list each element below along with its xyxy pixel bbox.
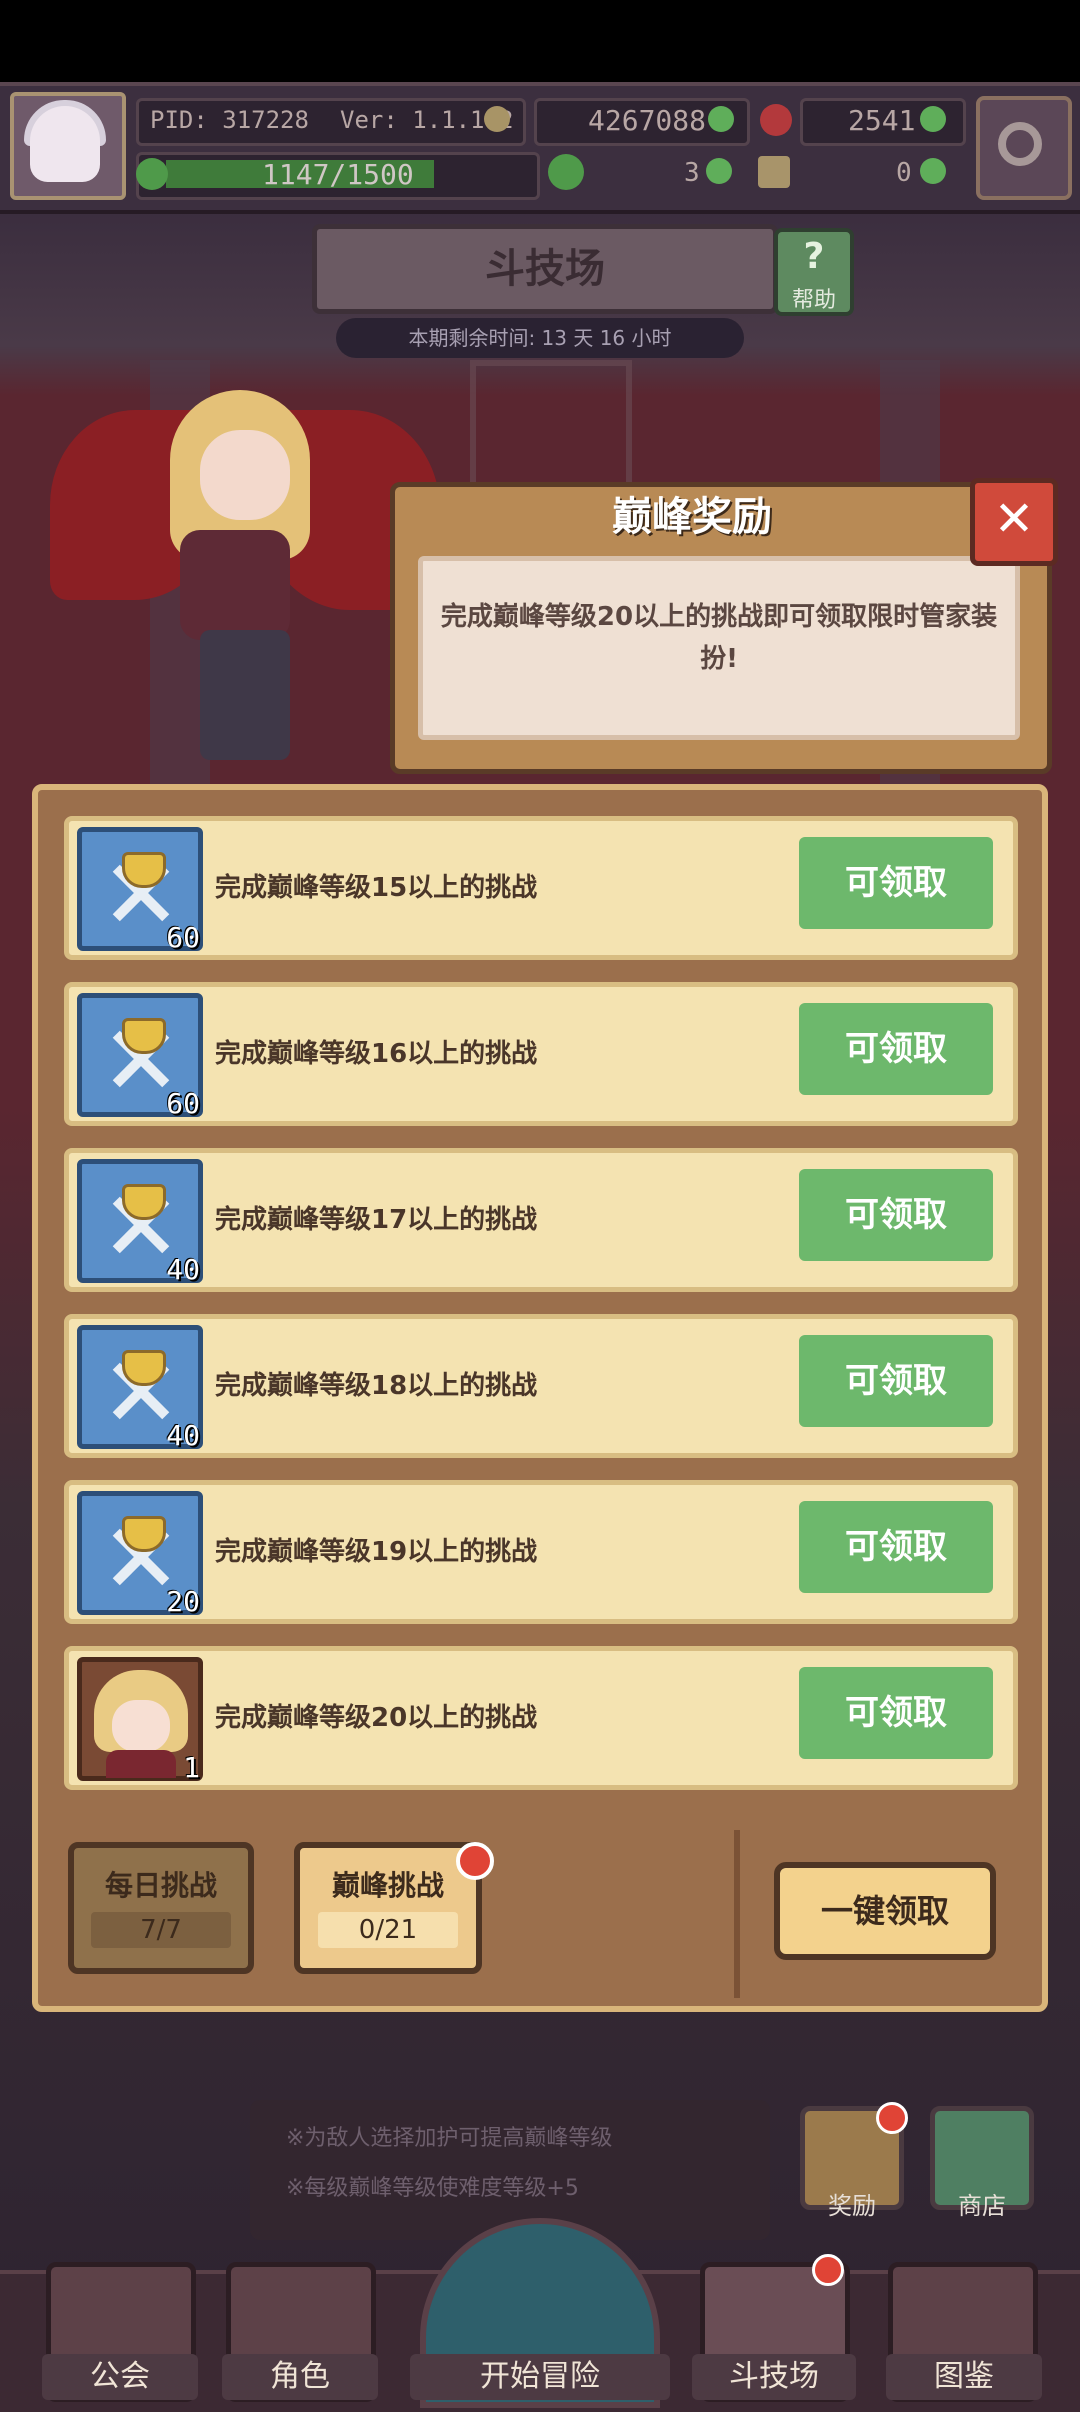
nav-start-adventure-label[interactable]: 开始冒险 (410, 2354, 670, 2400)
peak-reward-title: 巅峰奖励 (612, 494, 772, 540)
clover-leaf-icon (548, 154, 584, 190)
tab-daily-challenge[interactable]: 每日挑战 7/7 (68, 1842, 254, 1974)
add-gold-icon[interactable] (708, 106, 734, 132)
nav-arena-label[interactable]: 斗技场 (692, 2354, 856, 2400)
arena-gate (470, 360, 632, 492)
butler-costume-portrait-icon: 1 (77, 1657, 203, 1784)
reward-chest-label: 奖励 (828, 2192, 876, 2220)
reward-row: 60 完成巅峰等级16以上的挑战 可领取 (64, 982, 1018, 1126)
arena-title: 斗技场 (312, 224, 778, 314)
tab-daily-count: 7/7 (91, 1912, 231, 1948)
close-button[interactable]: ✕ (970, 478, 1058, 566)
reward-quantity: 40 (166, 1419, 200, 1452)
reward-text: 完成巅峰等级19以上的挑战 (215, 1537, 538, 1567)
nav-codex-label[interactable]: 图鉴 (886, 2354, 1042, 2400)
nav-arena-notification-dot-icon (812, 2254, 844, 2286)
claim-button[interactable]: 可领取 (799, 837, 993, 929)
notification-dot-icon (456, 1842, 494, 1880)
reward-text: 完成巅峰等级20以上的挑战 (215, 1703, 538, 1733)
tab-divider (734, 1830, 740, 1998)
reward-quantity: 40 (166, 1253, 200, 1286)
key-count: 0 (896, 158, 912, 188)
reward-notification-dot-icon (876, 2102, 908, 2134)
reward-quantity: 20 (166, 1585, 200, 1618)
claim-button[interactable]: 可领取 (799, 1169, 993, 1261)
question-mark-icon: ? (803, 236, 825, 277)
crossed-swords-icon: 40 (77, 1159, 203, 1286)
crossed-swords-icon: 60 (77, 993, 203, 1120)
reward-quantity: 1 (183, 1751, 200, 1784)
reward-text: 完成巅峰等级16以上的挑战 (215, 1039, 538, 1069)
reward-text: 完成巅峰等级18以上的挑战 (215, 1371, 538, 1401)
player-avatar[interactable] (10, 92, 126, 200)
reward-quantity: 60 (166, 1087, 200, 1120)
tip-line-2: ※每级巅峰等级使难度等级+5 (286, 2176, 579, 2201)
reward-row: 40 完成巅峰等级18以上的挑战 可领取 (64, 1314, 1018, 1458)
gold-coin-icon (484, 106, 510, 132)
add-gems-icon[interactable] (920, 106, 946, 132)
tab-daily-label: 每日挑战 (104, 1869, 217, 1902)
add-clover-icon[interactable] (706, 158, 732, 184)
claim-button[interactable]: 可领取 (799, 1501, 993, 1593)
crossed-swords-icon: 20 (77, 1491, 203, 1618)
reward-text: 完成巅峰等级15以上的挑战 (215, 873, 538, 903)
reward-row: 20 完成巅峰等级19以上的挑战 可领取 (64, 1480, 1018, 1624)
pid-label: PID: 317228 (150, 106, 309, 134)
tab-peak-challenge[interactable]: 巅峰挑战 0/21 (294, 1842, 482, 1974)
help-button[interactable]: ? 帮助 (774, 228, 854, 316)
gems-amount: 2541 (848, 104, 916, 137)
claim-button[interactable]: 可领取 (799, 1335, 993, 1427)
help-label: 帮助 (791, 288, 836, 313)
reward-row: 60 完成巅峰等级15以上的挑战 可领取 (64, 816, 1018, 960)
settings-gear-icon[interactable] (976, 96, 1072, 200)
nav-guild-label[interactable]: 公会 (42, 2354, 198, 2400)
gem-icon (760, 104, 792, 136)
crossed-swords-icon: 40 (77, 1325, 203, 1452)
reward-text: 完成巅峰等级17以上的挑战 (215, 1205, 538, 1235)
crossed-swords-icon: 60 (77, 827, 203, 954)
claim-button[interactable]: 可领取 (799, 1003, 993, 1095)
peak-reward-description: 完成巅峰等级20以上的挑战即可领取限时管家装扮! (440, 602, 998, 674)
tab-peak-count: 0/21 (318, 1912, 458, 1948)
tab-peak-label: 巅峰挑战 (331, 1869, 444, 1902)
reward-quantity: 60 (166, 921, 200, 954)
reward-row: 40 完成巅峰等级17以上的挑战 可领取 (64, 1148, 1018, 1292)
gold-amount: 4267088 (588, 104, 707, 137)
shop-label: 商店 (958, 2192, 1006, 2220)
season-timer: 本期剩余时间: 13 天 16 小时 (336, 318, 744, 358)
reward-row: 1 完成巅峰等级20以上的挑战 可领取 (64, 1646, 1018, 1790)
add-key-icon[interactable] (920, 158, 946, 184)
clover-count: 3 (684, 158, 700, 188)
clover-icon (136, 158, 168, 190)
tip-line-1: ※为敌人选择加护可提高巅峰等级 (286, 2126, 613, 2151)
key-icon (758, 156, 790, 188)
claim-all-button[interactable]: 一键领取 (774, 1862, 996, 1960)
claim-button[interactable]: 可领取 (799, 1667, 993, 1759)
close-icon: ✕ (993, 491, 1035, 547)
stamina-value: 1147/1500 (262, 158, 414, 191)
nav-character-label[interactable]: 角色 (222, 2354, 378, 2400)
